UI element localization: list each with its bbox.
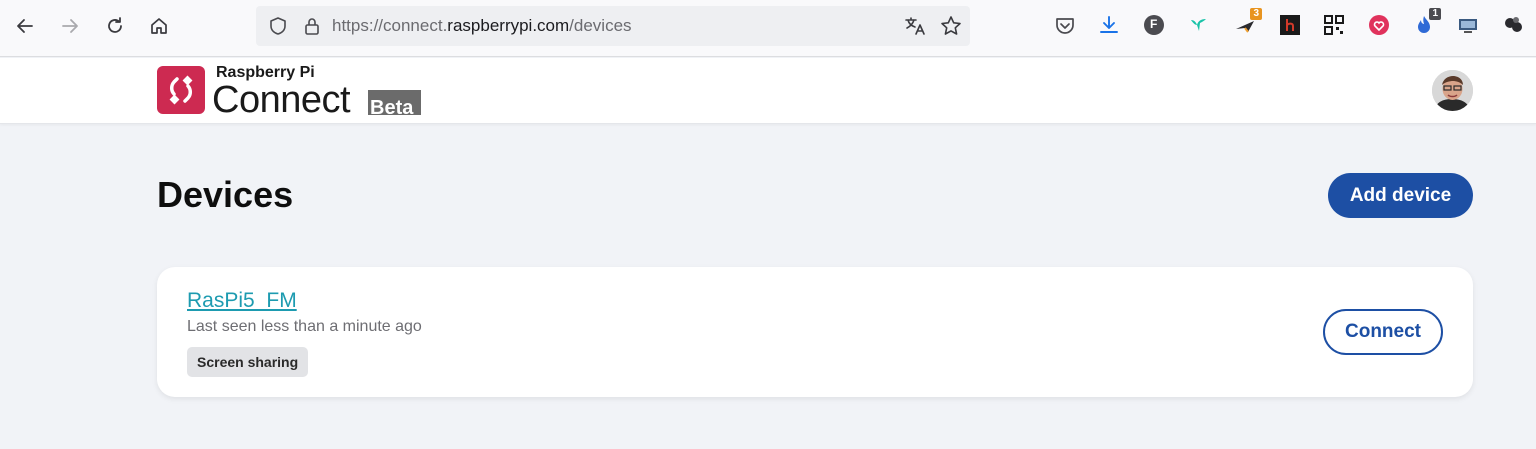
window-extension[interactable]: 1 (1413, 8, 1441, 36)
qr-code-extension[interactable] (1323, 14, 1345, 36)
raspberry-extension[interactable] (1368, 14, 1390, 36)
connect-logo-icon[interactable] (157, 66, 205, 114)
user-avatar-icon (1432, 70, 1473, 111)
screen-extension[interactable] (1457, 14, 1479, 36)
bookmark-star-icon[interactable] (940, 15, 962, 37)
forward-button[interactable] (54, 10, 86, 42)
f-extension-letter: F (1150, 17, 1158, 31)
url-path: /devices (569, 16, 632, 35)
beta-label: Beta (368, 90, 421, 115)
extensions-menu[interactable] (1502, 14, 1524, 36)
pocket-icon (1056, 18, 1074, 34)
address-bar[interactable]: https://connect.raspberrypi.com/devices (256, 6, 970, 46)
page-title: Devices (157, 174, 294, 215)
url-domain: raspberrypi.com (447, 16, 570, 35)
add-device-button[interactable]: Add device (1328, 173, 1473, 218)
window-badge: 1 (1429, 8, 1441, 20)
screen-sharing-badge: Screen sharing (187, 347, 309, 377)
url-text[interactable]: https://connect.raspberrypi.com/devices (332, 16, 632, 36)
h-extension[interactable] (1279, 14, 1301, 36)
back-arrow-icon (17, 19, 33, 33)
reload-icon (108, 17, 122, 33)
home-icon (151, 18, 167, 34)
logo-connect-text: Connect (212, 79, 351, 121)
url-prefix: https://connect. (332, 16, 448, 35)
bird-extension[interactable] (1188, 14, 1210, 36)
app-header: Raspberry Pi Connect Beta (0, 58, 1536, 124)
qr-code-icon (1324, 15, 1344, 35)
lock-icon[interactable] (302, 16, 322, 36)
device-name-link[interactable]: RasPi5_FM (187, 289, 297, 313)
connect-link-icon (169, 75, 193, 105)
reload-button[interactable] (99, 10, 131, 42)
heart-circle-icon (1369, 15, 1389, 35)
device-card: RasPi5_FM Last seen less than a minute a… (157, 267, 1473, 397)
monitor-icon (1459, 19, 1477, 33)
home-button[interactable] (143, 10, 175, 42)
device-last-seen: Last seen less than a minute ago (187, 318, 422, 335)
downloads-button[interactable] (1098, 14, 1120, 36)
pocket-extension[interactable] (1054, 14, 1076, 36)
translate-icon[interactable] (904, 15, 926, 37)
forward-arrow-icon (62, 19, 78, 33)
shield-icon[interactable] (268, 16, 288, 36)
download-icon (1100, 16, 1118, 33)
h-square-icon (1280, 15, 1300, 35)
puzzle-circles-icon (1505, 17, 1522, 32)
bird-icon (1191, 19, 1206, 31)
notification-badge: 3 (1250, 8, 1262, 20)
user-avatar[interactable] (1432, 70, 1473, 111)
connect-button[interactable]: Connect (1323, 309, 1443, 355)
back-button[interactable] (9, 10, 41, 42)
browser-toolbar: https://connect.raspberrypi.com/devices … (0, 0, 1536, 57)
notification-extension[interactable]: 3 (1234, 8, 1262, 36)
f-extension[interactable]: F (1143, 14, 1165, 36)
